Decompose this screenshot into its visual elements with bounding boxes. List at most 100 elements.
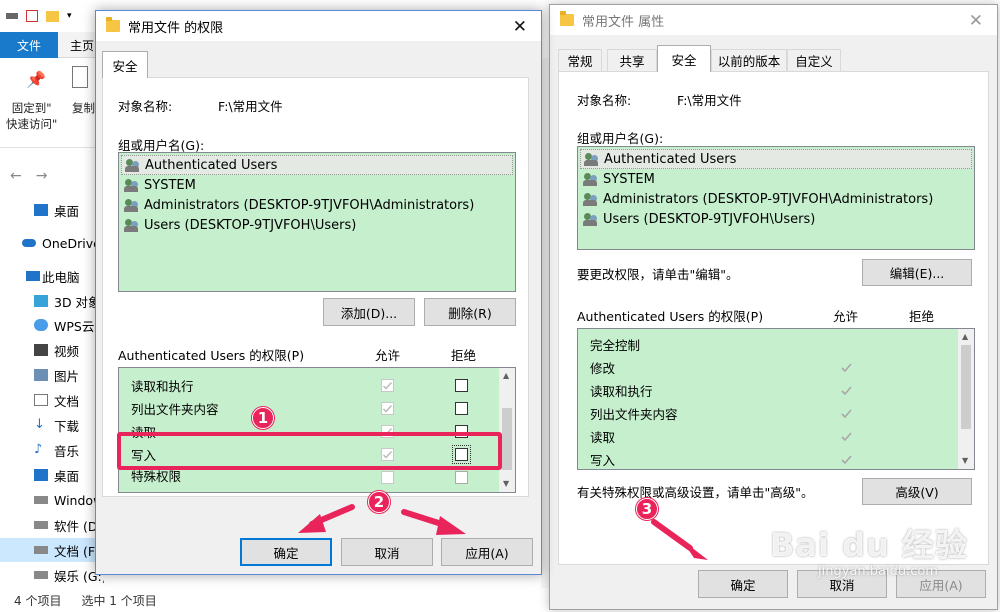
status-selected: 选中 1 个项目 [81,593,157,608]
drive-icon [34,521,48,529]
cancel-button[interactable]: 取消 [341,538,433,566]
home-tab[interactable]: 主页 [70,37,94,54]
permission-row: 读取 [590,425,615,448]
checkbox-icon[interactable] [26,10,38,22]
list-item[interactable]: Authenticated Users [580,149,972,169]
permission-name: 读取 [590,430,616,445]
close-icon[interactable]: ✕ [969,11,983,31]
tree-item-drive-g[interactable]: 娱乐 (G:) [0,563,104,587]
tree-item-this-pc[interactable]: 此电脑 [0,264,104,288]
allow-header: 允许 [833,309,859,324]
tree-item-downloads[interactable]: ↓ 下载 [0,413,104,437]
user-name: SYSTEM [603,171,655,187]
permission-scrollbar[interactable]: ▲ ▼ [958,329,974,469]
permission-row: 修改 [590,356,615,379]
list-item[interactable]: Administrators (DESKTOP-9TJVFOH\Administ… [580,189,972,209]
permission-row: 写入 [590,448,615,471]
scroll-down-icon[interactable]: ▼ [962,456,968,466]
tree-label: 文档 [54,393,80,409]
permission-label: Authenticated Users 的权限(P) [577,309,764,324]
pin-icon[interactable]: 📌 [26,70,46,89]
folder-icon[interactable] [46,10,59,22]
user-listbox[interactable]: Authenticated Users SYSTEM Administrator… [118,152,516,292]
object-name-label: 对象名称: [118,99,173,114]
advanced-button[interactable]: 高级(V) [862,478,972,505]
tree-item-drive-f[interactable]: 文档 (F:) [0,538,104,562]
permission-name: 读取和执行 [590,384,653,399]
list-item[interactable]: Users (DESKTOP-9TJVFOH\Users) [121,215,513,235]
tab-sharing[interactable]: 共享 [607,49,657,71]
list-item[interactable]: Administrators (DESKTOP-9TJVFOH\Administ… [121,195,513,215]
ok-button[interactable]: 确定 [240,538,332,566]
tree-label: 图片 [54,368,80,384]
list-item[interactable]: SYSTEM [580,169,972,189]
desktop-icon [34,204,48,216]
dropdown-icon[interactable]: ▾ [67,11,72,21]
user-group-icon [124,178,140,192]
file-tab[interactable]: 文件 [0,32,58,58]
scroll-thumb[interactable] [961,345,971,429]
permission-list[interactable]: 完全控制 修改 读取和执行 列出文件夹内容 读取 写入 ▲ ▼ [577,328,975,470]
permission-name: 列出文件夹内容 [590,407,678,422]
scroll-up-icon[interactable]: ▲ [503,371,509,381]
tree-item-onedrive[interactable]: OneDrive [0,231,104,255]
tree-item-pictures[interactable]: 图片 [0,363,104,387]
tree-item-drive-d[interactable]: 软件 (D:) [0,513,104,537]
forward-arrow-icon[interactable]: → [36,168,48,184]
scroll-up-icon[interactable]: ▲ [962,332,968,342]
change-permission-hint: 要更改权限，请单击"编辑"。 [577,267,739,282]
tree-item-3d[interactable]: 3D 对象 [0,289,104,313]
remove-button[interactable]: 删除(R) [424,298,516,326]
tree-item-music[interactable]: ♪ 音乐 [0,438,104,462]
list-item[interactable]: Users (DESKTOP-9TJVFOH\Users) [580,209,972,229]
tree-item-desktop-2[interactable]: 桌面 [0,463,104,487]
copy-button[interactable]: 复制 [72,100,95,116]
user-group-icon [124,198,140,212]
tree-label: 桌面 [54,468,80,484]
user-name: SYSTEM [144,177,196,193]
user-group-icon [584,152,600,166]
ok-button[interactable]: 确定 [698,570,788,598]
apply-button[interactable]: 应用(A) [441,538,533,566]
edit-button[interactable]: 编辑(E)... [862,259,972,286]
tree-item-wps[interactable]: WPS云 [0,313,104,337]
deny-checkbox[interactable] [455,402,468,415]
scroll-down-icon[interactable]: ▼ [503,479,509,489]
title-bar: 常用文件 的权限 ✕ [96,11,541,41]
list-item[interactable]: SYSTEM [121,175,513,195]
tree-item-desktop[interactable]: 桌面 [0,198,104,222]
back-arrow-icon[interactable]: ← [10,168,22,184]
tree-label: 桌面 [54,203,80,219]
drive-icon[interactable] [6,13,18,19]
permission-scrollbar[interactable]: ▲ ▼ [499,368,515,492]
tree-item-windows[interactable]: Windows [0,488,104,512]
allow-check-icon [841,386,852,396]
allow-checkbox [381,471,394,484]
close-icon[interactable]: ✕ [513,17,527,37]
add-button[interactable]: 添加(D)... [323,298,415,326]
allow-check-icon [841,409,852,419]
user-listbox[interactable]: Authenticated Users SYSTEM Administrator… [577,146,975,250]
desktop-icon [34,469,48,481]
list-item[interactable]: Authenticated Users [121,155,513,175]
tab-customize[interactable]: 自定义 [787,49,841,71]
security-page: 对象名称: F:\常用文件 组或用户名(G): Authenticated Us… [558,71,989,565]
tab-general[interactable]: 常规 [558,49,602,71]
user-group-icon [583,212,599,226]
status-item-count: 4 个项目 [14,593,62,608]
permission-list[interactable]: 读取和执行 列出文件夹内容 读取 写入 特殊权限 ▲ ▼ [118,367,516,493]
allow-check-icon [841,363,852,373]
permission-row: 读取和执行 [590,379,653,402]
tree-item-videos[interactable]: 视频 [0,338,104,362]
tab-previous-versions[interactable]: 以前的版本 [711,49,787,71]
user-name: Authenticated Users [604,151,737,167]
tree-item-documents[interactable]: 文档 [0,388,104,412]
tab-security[interactable]: 安全 [102,51,148,78]
scroll-thumb[interactable] [502,408,512,470]
permission-row: 完全控制 [590,333,640,356]
group-user-label: 组或用户名(G): [577,131,664,146]
deny-checkbox[interactable] [455,379,468,392]
tab-security[interactable]: 安全 [657,45,711,72]
pin-quick-access-button[interactable]: 固定到" 快速访问" [6,100,57,132]
copy-icon[interactable] [72,66,88,88]
